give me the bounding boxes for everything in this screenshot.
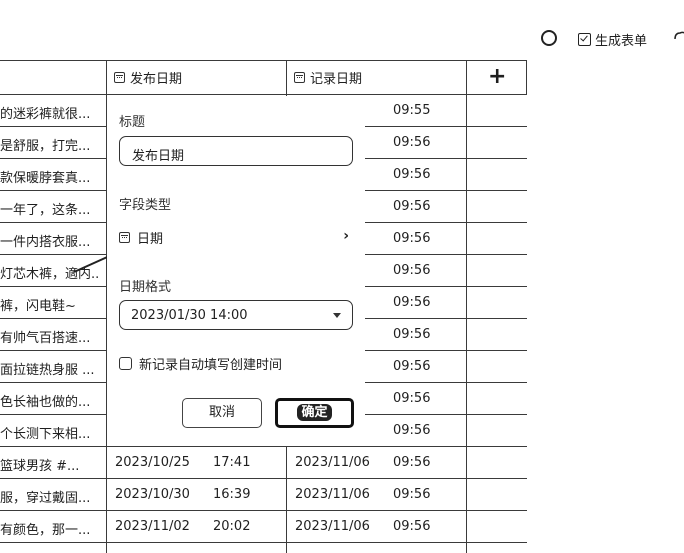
cell-record-time[interactable]: 09:56 xyxy=(393,519,430,534)
cell-title[interactable]: 面拉链热身服 ... xyxy=(0,359,100,378)
cell-record-time[interactable]: 09:56 xyxy=(393,263,430,278)
add-column-button[interactable]: + xyxy=(488,64,506,89)
column-header-publish-date[interactable]: 发布日期 xyxy=(114,60,182,94)
date-format-value: 2023/01/30 14:00 xyxy=(131,308,248,323)
cell-title[interactable]: 有帅气百搭速... xyxy=(0,327,100,346)
row-divider xyxy=(0,478,527,479)
cell-publish-time[interactable]: 16:39 xyxy=(213,487,250,502)
cell-record-date[interactable]: 2023/11/06 xyxy=(295,455,370,470)
cell-publish-time[interactable]: 20:02 xyxy=(213,519,250,534)
cell-publish-date[interactable]: 2023/10/25 xyxy=(115,455,190,470)
calendar-icon xyxy=(119,231,130,243)
title-label: 标题 xyxy=(119,115,146,130)
field-type-selector[interactable]: 日期 › xyxy=(119,227,353,247)
cell-title[interactable]: 服，穿过戴固... xyxy=(0,487,100,506)
field-type-label: 字段类型 xyxy=(119,198,172,213)
cell-record-time[interactable]: 09:56 xyxy=(393,391,430,406)
share-icon-button[interactable] xyxy=(673,28,684,42)
field-type-value: 日期 xyxy=(137,231,164,247)
field-edit-popup: 标题 发布日期 字段类型 日期 › 日期格式 2023/01/30 14:00 … xyxy=(107,96,365,446)
circle-icon-button[interactable] xyxy=(541,30,557,46)
cloud-icon xyxy=(674,31,684,40)
cell-title[interactable]: 是舒服，打完... xyxy=(0,135,100,154)
cell-title[interactable]: 个长测下来相... xyxy=(0,423,100,442)
cell-title[interactable]: 款保暖脖套真... xyxy=(0,167,100,186)
circle-icon xyxy=(541,30,557,46)
cell-record-time[interactable]: 09:56 xyxy=(393,423,430,438)
cell-record-time[interactable]: 09:55 xyxy=(393,103,430,118)
chevron-right-icon: › xyxy=(343,228,349,244)
row-divider xyxy=(0,94,527,95)
auto-fill-checkbox[interactable] xyxy=(119,357,132,370)
generate-form-button[interactable]: 生成表单 xyxy=(578,30,647,49)
title-input[interactable]: 发布日期 xyxy=(119,136,353,166)
date-format-label: 日期格式 xyxy=(119,280,172,295)
confirm-label: 确定 xyxy=(297,404,332,421)
cell-record-time[interactable]: 09:56 xyxy=(393,167,430,182)
row-divider xyxy=(0,542,527,543)
row-divider xyxy=(0,446,527,447)
chevron-down-icon xyxy=(333,313,341,318)
auto-fill-option[interactable]: 新记录自动填写创建时间 xyxy=(119,354,282,373)
cell-record-time[interactable]: 09:56 xyxy=(393,327,430,342)
cell-title[interactable]: 有颜色，那一... xyxy=(0,519,100,538)
generate-form-label: 生成表单 xyxy=(595,34,648,49)
cell-record-time[interactable]: 09:56 xyxy=(393,359,430,374)
calendar-icon xyxy=(114,71,125,83)
cell-title[interactable]: 的迷彩裤就很... xyxy=(0,103,100,122)
row-divider xyxy=(0,510,527,511)
cell-record-date[interactable]: 2023/11/06 xyxy=(295,519,370,534)
cell-record-time[interactable]: 09:56 xyxy=(393,487,430,502)
cell-publish-time[interactable]: 17:41 xyxy=(213,455,250,470)
column-divider xyxy=(466,60,467,553)
cell-title[interactable]: 色长袖也做的... xyxy=(0,391,100,410)
cell-record-time[interactable]: 09:56 xyxy=(393,455,430,470)
row-divider xyxy=(0,60,527,61)
cell-record-time[interactable]: 09:56 xyxy=(393,199,430,214)
cell-title[interactable]: 一年了，这条... xyxy=(0,199,100,218)
cell-publish-date[interactable]: 2023/11/02 xyxy=(115,519,190,534)
cell-record-time[interactable]: 09:56 xyxy=(393,135,430,150)
cell-record-time[interactable]: 09:56 xyxy=(393,231,430,246)
column-header-label: 发布日期 xyxy=(130,71,183,87)
cancel-button[interactable]: 取消 xyxy=(182,398,262,428)
cell-title[interactable]: 裤，闪电鞋~ xyxy=(0,295,100,314)
column-divider xyxy=(526,60,527,94)
column-header-label: 记录日期 xyxy=(310,71,363,87)
column-header-record-date[interactable]: 记录日期 xyxy=(294,60,362,94)
checkbox-icon xyxy=(578,33,591,46)
confirm-button[interactable]: 确定 xyxy=(275,398,354,428)
cell-record-date[interactable]: 2023/11/06 xyxy=(295,487,370,502)
auto-fill-label: 新记录自动填写创建时间 xyxy=(139,358,283,373)
calendar-icon xyxy=(294,71,305,83)
cell-publish-date[interactable]: 2023/10/30 xyxy=(115,487,190,502)
cell-record-time[interactable]: 09:56 xyxy=(393,295,430,310)
top-toolbar: 生成表单 xyxy=(0,22,684,56)
date-format-select[interactable]: 2023/01/30 14:00 xyxy=(119,300,353,330)
cell-title[interactable]: 篮球男孩 #... xyxy=(0,455,100,474)
